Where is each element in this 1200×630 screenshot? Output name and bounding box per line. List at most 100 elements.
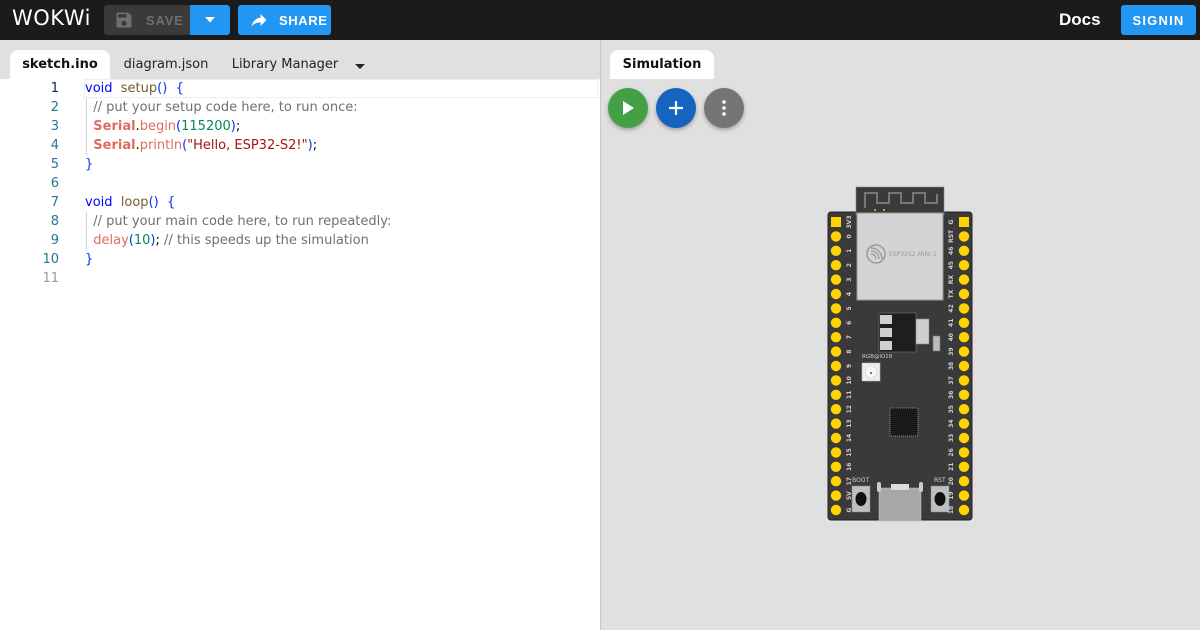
pin-left-5[interactable] [830, 303, 842, 314]
docs-link[interactable]: Docs [1059, 10, 1101, 30]
pin-left-3v3[interactable] [831, 217, 841, 227]
save-options-dropdown[interactable] [190, 5, 230, 35]
pin-right-37[interactable] [958, 375, 970, 386]
pin-left-10[interactable] [830, 375, 842, 386]
pin-right-41[interactable] [958, 317, 970, 328]
code-line[interactable]: 1 void setup() { [0, 79, 600, 98]
signin-button[interactable]: SIGNIN [1121, 5, 1196, 35]
smd-component [932, 335, 941, 352]
pin-left-5v[interactable] [830, 490, 842, 501]
pin-right-35[interactable] [958, 404, 970, 415]
pin-label: 5 [846, 306, 853, 310]
esp32-s2-devkit-board[interactable]: ESP32S2-MINI-1 RGB@IO18 BOOT RST 3V30123… [827, 186, 973, 522]
more-vertical-icon [722, 100, 726, 116]
pin-right-19[interactable] [958, 490, 970, 501]
save-button[interactable]: SAVE [104, 5, 190, 35]
pin-left-12[interactable] [830, 404, 842, 415]
code-token: // this speeds up the simulation [159, 233, 369, 248]
wokwi-logo[interactable]: WOKWi [12, 6, 91, 30]
pin-right-45[interactable] [958, 260, 970, 271]
code-token: println [139, 138, 183, 153]
pin-right-26[interactable] [958, 447, 970, 458]
add-part-button[interactable] [656, 88, 696, 128]
pin-left-16[interactable] [830, 461, 842, 472]
pin-left-0[interactable] [830, 231, 842, 242]
line-number: 5 [50, 157, 59, 172]
pin-right-38[interactable] [958, 360, 970, 372]
line-number: 11 [42, 271, 59, 286]
share-button[interactable]: SHARE [238, 5, 331, 35]
pin-left-4[interactable] [830, 288, 842, 300]
pin-left-1[interactable] [830, 245, 842, 256]
pin-right-rst[interactable] [958, 231, 970, 242]
pin-right-33[interactable] [958, 432, 970, 444]
pin-left-17[interactable] [830, 476, 842, 487]
save-label: SAVE [146, 12, 184, 28]
line-number: 7 [50, 195, 59, 210]
code-line[interactable]: 2 // put your setup code here, to run on… [0, 98, 600, 117]
code-token: ; [312, 138, 318, 153]
pin-right-34[interactable] [958, 418, 970, 429]
code-line[interactable]: 10} [0, 250, 600, 269]
pin-left-9[interactable] [830, 360, 842, 372]
code-line[interactable]: 11 [0, 269, 600, 288]
code-line[interactable]: 8 // put your main code here, to run rep… [0, 212, 600, 231]
pin-right-40[interactable] [958, 332, 970, 343]
pin-right-20[interactable] [958, 476, 970, 487]
pin-label: RX [948, 275, 955, 285]
plus-icon [669, 101, 683, 115]
pin-left-14[interactable] [830, 432, 842, 444]
code-text: // put your main code here, to run repea… [85, 212, 391, 231]
pin-right-21[interactable] [958, 461, 970, 472]
pin-left-11[interactable] [830, 389, 842, 400]
pin-label: 5V [846, 491, 853, 500]
pin-right-39[interactable] [958, 346, 970, 357]
pin-left-7[interactable] [830, 332, 842, 343]
pin-left-13[interactable] [830, 418, 842, 429]
tab-simulation[interactable]: Simulation [610, 50, 714, 79]
code-text: // put your setup code here, to run once… [85, 98, 357, 117]
usb-uart-chip [889, 407, 919, 437]
tab-menu-button[interactable] [350, 52, 370, 81]
code-line[interactable]: 4 Serial.println("Hello, ESP32-S2!"); [0, 136, 600, 155]
more-options-button[interactable] [704, 88, 744, 128]
pin-left-15[interactable] [830, 447, 842, 458]
pin-left-3[interactable] [830, 274, 842, 285]
pin-label: 8 [846, 350, 853, 354]
code-line[interactable]: 5} [0, 155, 600, 174]
pin-label: 45 [948, 261, 955, 269]
pin-label: 33 [948, 434, 955, 442]
pin-right-36[interactable] [958, 389, 970, 400]
tab-library-manager[interactable]: Library Manager [226, 50, 344, 79]
code-text: } [85, 250, 93, 269]
pin-label: 34 [948, 419, 955, 427]
code-text: Serial.println("Hello, ESP32-S2!"); [85, 136, 317, 155]
pin-right-tx[interactable] [958, 288, 970, 300]
pin-right-18[interactable] [958, 504, 970, 516]
code-line[interactable]: 9 delay(10); // this speeds up the simul… [0, 231, 600, 250]
regulator-pin [880, 341, 892, 350]
pin-left-2[interactable] [830, 260, 842, 271]
start-simulation-button[interactable] [608, 88, 648, 128]
pin-left-6[interactable] [830, 317, 842, 328]
code-line[interactable]: 3 Serial.begin(115200); [0, 117, 600, 136]
pin-right-rx[interactable] [958, 274, 970, 285]
pin-left-8[interactable] [830, 346, 842, 357]
code-line[interactable]: 6 [0, 174, 600, 193]
tab-sketch-ino[interactable]: sketch.ino [10, 50, 110, 79]
line-number: 2 [50, 100, 59, 115]
pin-label: 2 [846, 263, 853, 267]
reset-button[interactable] [934, 492, 946, 506]
code-editor[interactable]: 1 void setup() {2 // put your setup code … [0, 79, 600, 630]
pin-right-g[interactable] [959, 217, 969, 227]
code-line[interactable]: 7 void loop() { [0, 193, 600, 212]
pin-label: 11 [846, 391, 853, 399]
pin-right-42[interactable] [958, 303, 970, 314]
pin-left-g[interactable] [830, 504, 842, 516]
boot-button[interactable] [855, 492, 867, 506]
tab-diagram-json[interactable]: diagram.json [116, 50, 216, 79]
code-token: void [85, 195, 113, 210]
pin-right-46[interactable] [958, 245, 970, 256]
top-bar: WOKWi SAVE SHARE Docs SIGNIN [0, 0, 1200, 40]
boot-label: BOOT [852, 477, 869, 484]
